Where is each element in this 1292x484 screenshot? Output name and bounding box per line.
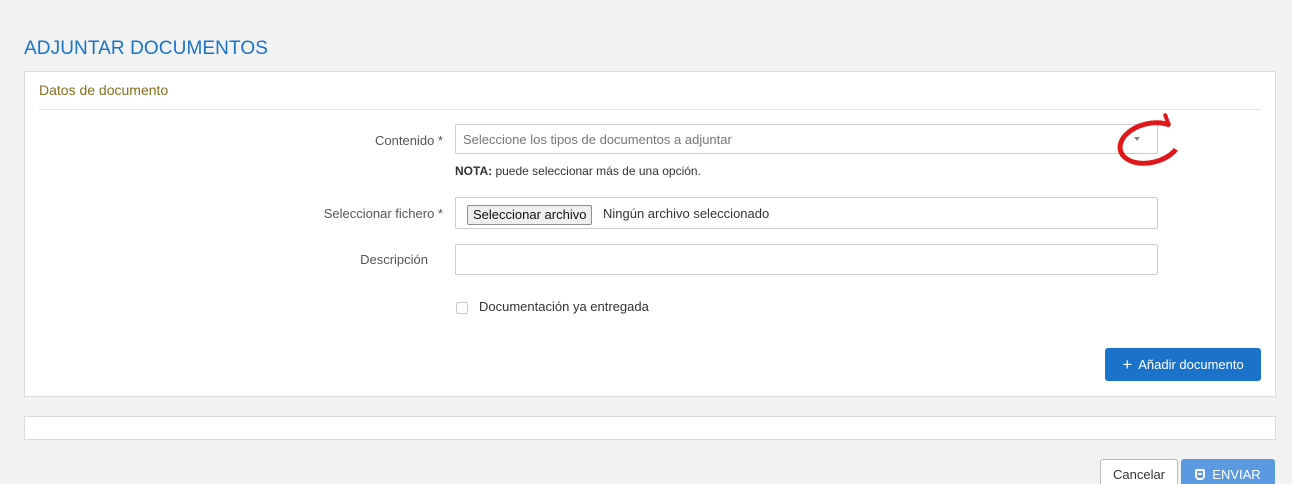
contenido-note: NOTA: puede seleccionar más de una opció… [455,164,701,178]
entregada-label: Documentación ya entregada [479,299,649,314]
cancel-button[interactable]: Cancelar [1100,459,1178,484]
select-file-button[interactable]: Seleccionar archivo [467,205,593,225]
page-title: ADJUNTAR DOCUMENTOS [24,38,268,59]
contenido-label: Contenido * [375,133,443,148]
fichero-label: Seleccionar fichero * [323,206,443,221]
send-button[interactable]: ENVIAR [1181,459,1275,484]
panel-heading: Datos de documento [39,82,169,98]
file-status: Ningún archivo seleccionado [603,206,770,221]
contenido-placeholder: Seleccione los tipos de documentos a adj… [463,132,732,147]
contenido-select[interactable]: Seleccione los tipos de documentos a adj… [455,124,1158,154]
shield-icon [1195,468,1206,480]
note-label: NOTA: [455,164,493,178]
documents-list-panel [24,416,1276,440]
file-input[interactable]: Seleccionar archivo Ningún archivo selec… [455,197,1158,229]
plus-icon: + [1122,355,1133,374]
descripcion-label: Descripción [360,252,428,267]
add-document-button[interactable]: + Añadir documento [1105,348,1261,381]
note-text: puede seleccionar más de una opción. [492,164,701,178]
document-data-panel: Datos de documento Contenido * Seleccion… [24,71,1276,397]
entregada-checkbox[interactable] [456,302,468,314]
panel-divider [39,109,1261,110]
send-label: ENVIAR [1212,466,1261,482]
add-document-label: Añadir documento [1138,357,1244,372]
descripcion-input[interactable] [455,244,1158,275]
